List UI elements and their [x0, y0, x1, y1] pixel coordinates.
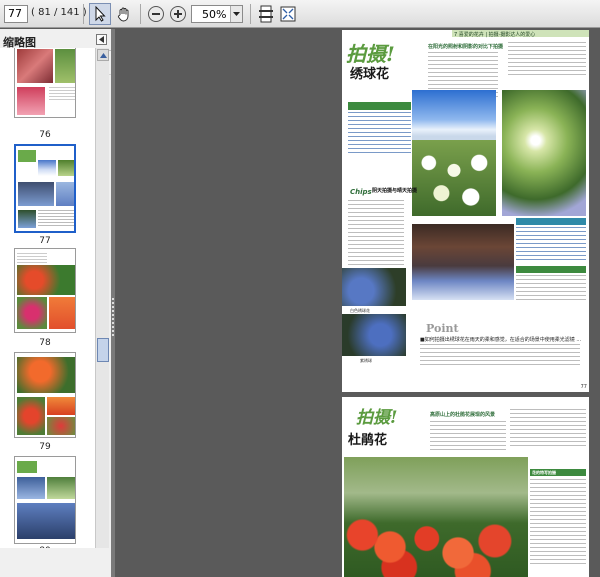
thumbnail-page-78[interactable]: [14, 248, 76, 333]
tip-text-block: [348, 112, 411, 154]
photo-blue-hydrangea-1: [342, 268, 406, 306]
chips-label: Chips: [350, 188, 372, 196]
section-heading: 高原山上的杜鹃花展现的风景: [430, 412, 496, 418]
photo-hydrangea-macro: [502, 90, 586, 216]
dropdown-icon[interactable]: [230, 6, 242, 22]
body-text-block: [510, 409, 586, 449]
thumbnail-label: 77: [39, 236, 51, 246]
toolbar: 77 ( 81 / 141 ) 50%: [0, 0, 600, 28]
point-label: Point: [426, 322, 459, 335]
splitter-grip-icon[interactable]: [112, 298, 114, 338]
photo-blue-hydrangea-2: [342, 314, 406, 356]
page-title-sub: 杜鹃花: [348, 433, 388, 448]
photo-azalea-field: [344, 457, 528, 577]
info-heading-bar: [516, 218, 586, 225]
thumbnail-page-77[interactable]: [14, 144, 76, 233]
page-number: 77: [580, 384, 587, 390]
collapse-icon[interactable]: [96, 34, 107, 45]
body-text-block: [508, 42, 586, 78]
tip-text-block: [530, 479, 586, 565]
scrollbar-thumb[interactable]: [97, 338, 109, 362]
zoom-in-icon[interactable]: [167, 3, 189, 25]
toolbar-separator: [140, 4, 141, 24]
page-number-input[interactable]: 77: [4, 5, 28, 23]
thumbnail-label: 78: [39, 338, 51, 348]
photo-temple-hydrangea: [412, 224, 514, 300]
section-heading: 在阳光的照射和阴影的对比下拍摄: [428, 44, 504, 50]
photo-caption: 紫绣球: [360, 358, 372, 363]
info-text-block: [516, 227, 586, 261]
photo-white-hydrangea: [412, 140, 496, 216]
page-header-text: 7 喜爱的花卉 | 拍摄·摄影达人的爱心: [454, 32, 536, 38]
fit-page-icon[interactable]: [255, 3, 277, 25]
toolbar-separator: [250, 4, 251, 24]
select-arrow-icon[interactable]: [89, 3, 111, 25]
thumbnail-page-76[interactable]: [14, 48, 76, 118]
page-title-main: 拍摄!: [356, 408, 398, 428]
thumbnail-label: 80: [0, 546, 90, 548]
document-page-77: 7 喜爱的花卉 | 拍摄·摄影达人的爱心 拍摄! 绣球花 在阳光的照射和阴影的对…: [342, 30, 589, 392]
thumbnail-page-79[interactable]: [14, 352, 76, 438]
zoom-select[interactable]: 50%: [191, 5, 243, 23]
body-text-block: [430, 421, 506, 451]
toolbar-separator: [83, 4, 84, 24]
tip-heading-bar: [348, 102, 411, 110]
hand-icon[interactable]: [113, 3, 135, 25]
scroll-up-icon[interactable]: [97, 49, 109, 61]
thumbnail-page-80[interactable]: [14, 456, 76, 544]
document-page-78: 拍摄! 杜鹃花 高原山上的杜鹃花展现的风景 花的特写拍摄: [342, 397, 589, 577]
info-text-block: [516, 275, 586, 301]
thumbnail-list: 76 77 78 79 80: [0, 48, 95, 548]
chips-heading: 阴天拍摄与晴天拍摄: [372, 188, 418, 194]
page-count: ( 81 / 141 ): [31, 7, 87, 18]
zoom-out-icon[interactable]: [145, 3, 167, 25]
tip-heading: 花的特写拍摄: [532, 470, 556, 475]
info-heading-bar: [516, 266, 586, 273]
point-text-lines: [420, 344, 580, 368]
zoom-value: 50%: [202, 8, 227, 21]
thumbnail-label: 76: [39, 130, 51, 140]
thumbnails-scrollbar[interactable]: [95, 48, 109, 548]
document-scrollbar[interactable]: [589, 29, 600, 577]
page-title-sub: 绣球花: [350, 67, 390, 82]
fit-width-icon[interactable]: [277, 3, 299, 25]
thumbnail-label: 79: [39, 442, 51, 452]
